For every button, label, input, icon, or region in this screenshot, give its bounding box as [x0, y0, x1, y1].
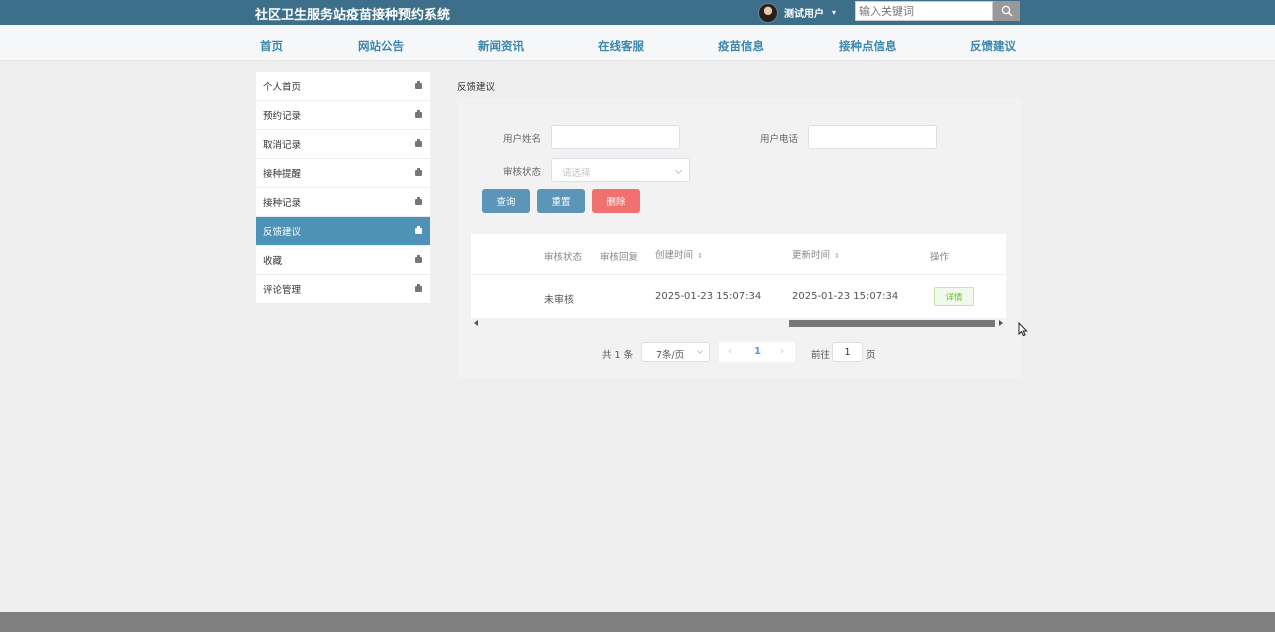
sidebar-item-comments[interactable]: 评论管理 [256, 275, 430, 304]
status-label: 审核状态 [503, 167, 542, 178]
column-header-reply: 审核回复 [600, 252, 639, 263]
sidebar-item-label: 接种提醒 [263, 169, 302, 180]
reset-button[interactable]: 重置 [537, 189, 585, 213]
briefcase-icon [415, 110, 422, 118]
status-select-placeholder: 请选择 [562, 168, 591, 179]
briefcase-icon [415, 255, 422, 263]
sidebar-item-appointments[interactable]: 预约记录 [256, 101, 430, 130]
column-header-created[interactable]: 创建时间 ⇕ [655, 247, 703, 261]
main-nav: 首页 网站公告 新闻资讯 在线客服 疫苗信息 接种点信息 反馈建议 [0, 25, 1275, 61]
nav-news[interactable]: 新闻资讯 [478, 38, 524, 54]
briefcase-icon [415, 226, 422, 234]
status-select[interactable]: 请选择 [551, 158, 690, 182]
sidebar-item-label: 取消记录 [263, 140, 302, 151]
page-size-select[interactable]: 7条/页 [641, 342, 710, 362]
nav-online-service[interactable]: 在线客服 [598, 38, 644, 54]
username-field[interactable] [551, 125, 680, 149]
user-name[interactable]: 测试用户 [784, 5, 824, 20]
page-number[interactable]: 1 [754, 346, 761, 357]
feedback-table: 审核状态 审核回复 创建时间 ⇕ 更新时间 ⇕ 操作 未审核 2025-01-23 … [471, 234, 1006, 318]
breadcrumb: 反馈建议 [457, 82, 496, 93]
page-size-value: 7条/页 [656, 350, 685, 361]
briefcase-icon [415, 197, 422, 205]
scroll-right-arrow-icon[interactable] [999, 320, 1003, 326]
cell-status: 未审核 [544, 295, 574, 306]
nav-feedback[interactable]: 反馈建议 [970, 38, 1016, 54]
next-page-button[interactable]: › [780, 346, 784, 357]
cell-created: 2025-01-23 15:07:34 [655, 291, 762, 302]
column-header-status: 审核状态 [544, 252, 583, 263]
site-title: 社区卫生服务站疫苗接种预约系统 [255, 8, 451, 23]
chevron-down-icon [697, 348, 703, 354]
sidebar-item-label: 预约记录 [263, 111, 302, 122]
column-header-action: 操作 [930, 252, 950, 263]
scrollbar-thumb[interactable] [789, 320, 995, 327]
pager: ‹ 1 › [719, 342, 795, 362]
nav-vaccine-info[interactable]: 疫苗信息 [718, 38, 764, 54]
avatar[interactable] [758, 2, 778, 23]
cell-updated: 2025-01-23 15:07:34 [792, 291, 899, 302]
column-header-label: 创建时间 [655, 250, 694, 261]
search-button[interactable] [993, 1, 1020, 21]
detail-button[interactable]: 详情 [934, 287, 974, 306]
sidebar-item-profile[interactable]: 个人首页 [256, 72, 430, 101]
sidebar-item-cancellations[interactable]: 取消记录 [256, 130, 430, 159]
pagination-total: 共 1 条 [602, 350, 634, 361]
sidebar-item-vaccination-records[interactable]: 接种记录 [256, 188, 430, 217]
briefcase-icon [415, 139, 422, 147]
nav-announcements[interactable]: 网站公告 [358, 38, 404, 54]
sort-icon[interactable]: ⇕ [834, 252, 840, 260]
scroll-left-arrow-icon[interactable] [474, 320, 478, 326]
footer [0, 612, 1275, 632]
briefcase-icon [415, 284, 422, 292]
page-suffix: 页 [866, 350, 876, 361]
sidebar-item-reminders[interactable]: 接种提醒 [256, 159, 430, 188]
chevron-down-icon [674, 166, 683, 175]
sidebar-item-label: 接种记录 [263, 198, 302, 209]
column-header-label: 更新时间 [792, 250, 831, 261]
search-input[interactable] [855, 1, 993, 21]
phone-field[interactable] [808, 125, 937, 149]
horizontal-scrollbar[interactable] [471, 318, 1006, 329]
sidebar-item-label: 收藏 [263, 256, 283, 267]
column-header-updated[interactable]: 更新时间 ⇕ [792, 247, 840, 261]
nav-vaccination-site[interactable]: 接种点信息 [839, 38, 897, 54]
prev-page-button[interactable]: ‹ [728, 346, 732, 357]
table-divider [471, 274, 1006, 275]
mouse-cursor-icon [1018, 322, 1028, 337]
nav-home[interactable]: 首页 [260, 38, 283, 54]
query-button[interactable]: 查询 [482, 189, 530, 213]
username-label: 用户姓名 [503, 134, 542, 145]
top-bar: 社区卫生服务站疫苗接种预约系统 测试用户 ▾ [0, 0, 1275, 25]
sidebar-item-label: 评论管理 [263, 285, 302, 296]
user-menu[interactable]: 测试用户 ▾ [758, 2, 836, 23]
sidebar: 个人首页 预约记录 取消记录 接种提醒 接种记录 反馈建议 收藏 评论管理 [256, 72, 430, 304]
search-icon [1001, 5, 1012, 17]
chevron-down-icon[interactable]: ▾ [832, 8, 836, 17]
delete-button[interactable]: 删除 [592, 189, 640, 213]
briefcase-icon [415, 81, 422, 89]
sort-icon[interactable]: ⇕ [697, 252, 703, 260]
sidebar-item-favorites[interactable]: 收藏 [256, 246, 430, 275]
goto-page-input[interactable]: 1 [832, 342, 863, 362]
briefcase-icon [415, 168, 422, 176]
sidebar-item-label: 反馈建议 [263, 227, 302, 238]
sidebar-item-label: 个人首页 [263, 82, 302, 93]
phone-label: 用户电话 [760, 134, 799, 145]
sidebar-item-feedback[interactable]: 反馈建议 [256, 217, 430, 246]
goto-label: 前往 [811, 350, 831, 361]
